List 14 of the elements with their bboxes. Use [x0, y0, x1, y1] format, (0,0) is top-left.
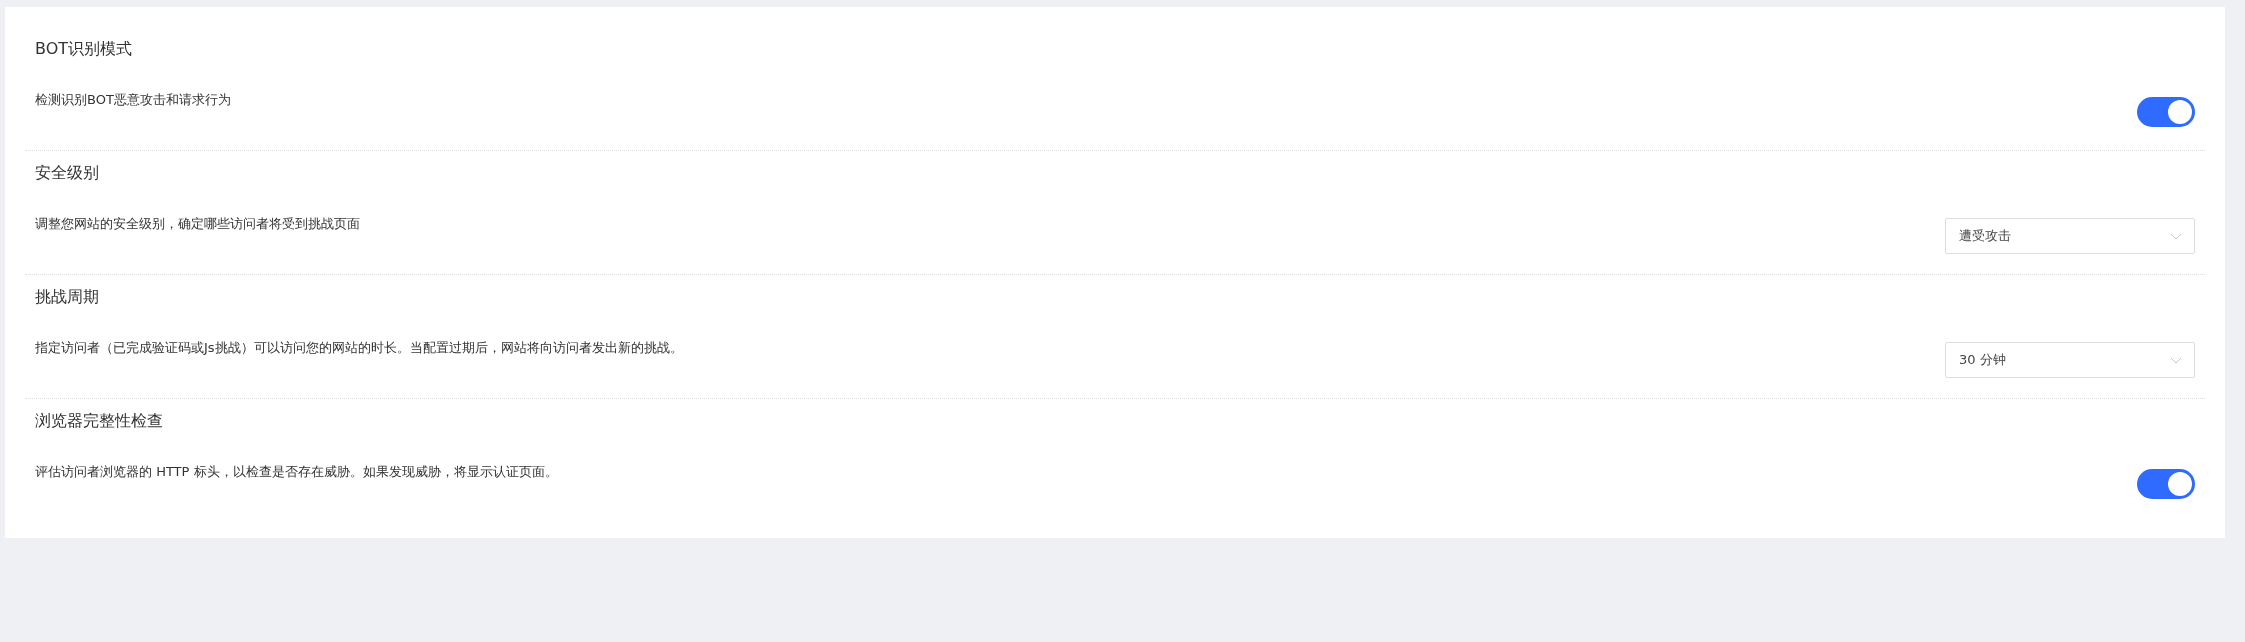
- toggle-switch[interactable]: [2137, 469, 2195, 499]
- dropdown-select[interactable]: 遭受攻击: [1945, 218, 2195, 254]
- dropdown-select[interactable]: 30 分钟: [1945, 342, 2195, 378]
- caret-icon: [2170, 356, 2182, 364]
- setting-title: 浏览器完整性检查: [35, 410, 164, 432]
- setting-title: 挑战周期: [35, 286, 100, 308]
- toggle-switch[interactable]: [2137, 97, 2195, 127]
- setting-title: 安全级别: [35, 162, 100, 184]
- caret-icon: [2170, 232, 2182, 240]
- setting-description: 指定访问者（已完成验证码或Js挑战）可以访问您的网站的时长。当配置过期后，网站将向访问者发出新的挑战。: [35, 339, 683, 357]
- setting-description: 检测识别BOT恶意攻击和请求行为: [35, 91, 231, 109]
- setting-title: BOT识别模式: [35, 38, 134, 60]
- setting-description: 调整您网站的安全级别，确定哪些访问者将受到挑战页面: [35, 215, 360, 233]
- setting-description: 评估访问者浏览器的 HTTP 标头，以检查是否存在威胁。如果发现威胁，将显示认证页面。: [35, 463, 558, 481]
